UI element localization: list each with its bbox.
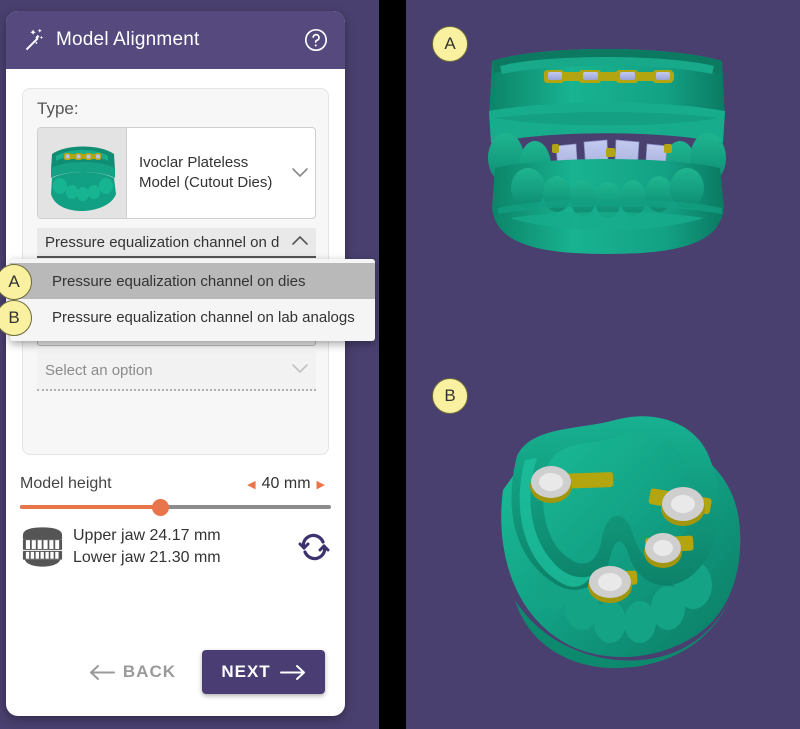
lower-jaw-value: Lower jaw 21.30 mm	[73, 549, 221, 567]
next-button[interactable]: NEXT	[202, 650, 325, 694]
dropdown-option-a[interactable]: A Pressure equalization channel on dies	[0, 263, 375, 300]
slider-thumb[interactable]	[151, 499, 169, 516]
back-button[interactable]: BACK	[89, 662, 176, 682]
app-root: A B Model Alignment Type: Ivoclar Platel…	[0, 0, 800, 729]
chevron-down-icon	[292, 361, 308, 379]
chevron-down-icon	[285, 128, 315, 218]
channel-combo-value: Pressure equalization channel on d	[45, 233, 280, 251]
dentures-icon	[22, 527, 63, 567]
magic-wand-icon	[25, 28, 44, 51]
dropdown-badge-b: B	[0, 300, 32, 336]
dental-model-thumbnail	[38, 128, 127, 218]
viewport-badge-b: B	[432, 378, 468, 414]
wizard-footer: BACK NEXT	[6, 650, 345, 694]
dropdown-option-b-label: Pressure equalization channel on lab ana…	[52, 308, 355, 326]
jaw-measurements: Upper jaw 24.17 mm Lower jaw 21.30 mm	[73, 525, 297, 570]
model-a-render[interactable]	[440, 18, 770, 278]
height-increment-button[interactable]: ▶	[311, 478, 331, 491]
next-button-label: NEXT	[221, 662, 271, 681]
model-height-label: Model height	[20, 475, 112, 492]
page-title: Model Alignment	[56, 29, 200, 50]
chevron-up-icon	[292, 233, 308, 251]
channel-combo-box[interactable]: Pressure equalization channel on d	[37, 228, 316, 258]
wizard-card: Model Alignment Type: Ivoclar Plateless …	[6, 11, 345, 716]
channel-dropdown-menu[interactable]: A Pressure equalization channel on dies …	[0, 259, 375, 341]
arrow-left-icon	[89, 664, 115, 680]
help-circle-icon[interactable]	[303, 27, 329, 53]
slider-fill	[20, 505, 160, 509]
arrow-right-icon	[279, 664, 305, 680]
viewport-badge-a-label: A	[444, 34, 456, 53]
model-type-value: Ivoclar Plateless Model (Cutout Dies)	[139, 153, 273, 191]
upper-jaw-value: Upper jaw 24.17 mm	[73, 527, 221, 544]
dropdown-option-b[interactable]: B Pressure equalization channel on lab a…	[0, 299, 375, 336]
card-header: Model Alignment	[6, 11, 345, 69]
dropdown-badge-a-label: A	[8, 272, 20, 291]
model-height-value: 40 mm	[261, 475, 311, 492]
option-select-2-value: Select an option	[45, 361, 153, 379]
jaw-info-row: Upper jaw 24.17 mm Lower jaw 21.30 mm	[20, 525, 331, 570]
sync-refresh-icon[interactable]	[297, 530, 331, 564]
model-height-slider[interactable]	[20, 499, 331, 516]
model-height-row: Model height ◀ 40 mm ▶	[20, 475, 331, 493]
model-type-select[interactable]: Ivoclar Plateless Model (Cutout Dies)	[37, 127, 316, 219]
height-decrement-button[interactable]: ◀	[241, 478, 261, 491]
type-label: Type:	[37, 99, 79, 118]
viewport-badge-a: A	[432, 26, 468, 62]
option-select-2: Select an option	[37, 351, 316, 391]
dropdown-option-a-label: Pressure equalization channel on dies	[52, 272, 306, 290]
dropdown-badge-b-label: B	[8, 308, 20, 327]
model-b-render[interactable]	[455, 390, 775, 680]
panel-divider	[379, 0, 406, 729]
dropdown-badge-a: A	[0, 264, 32, 300]
back-button-label: BACK	[122, 662, 176, 681]
viewport-badge-b-label: B	[444, 386, 456, 405]
